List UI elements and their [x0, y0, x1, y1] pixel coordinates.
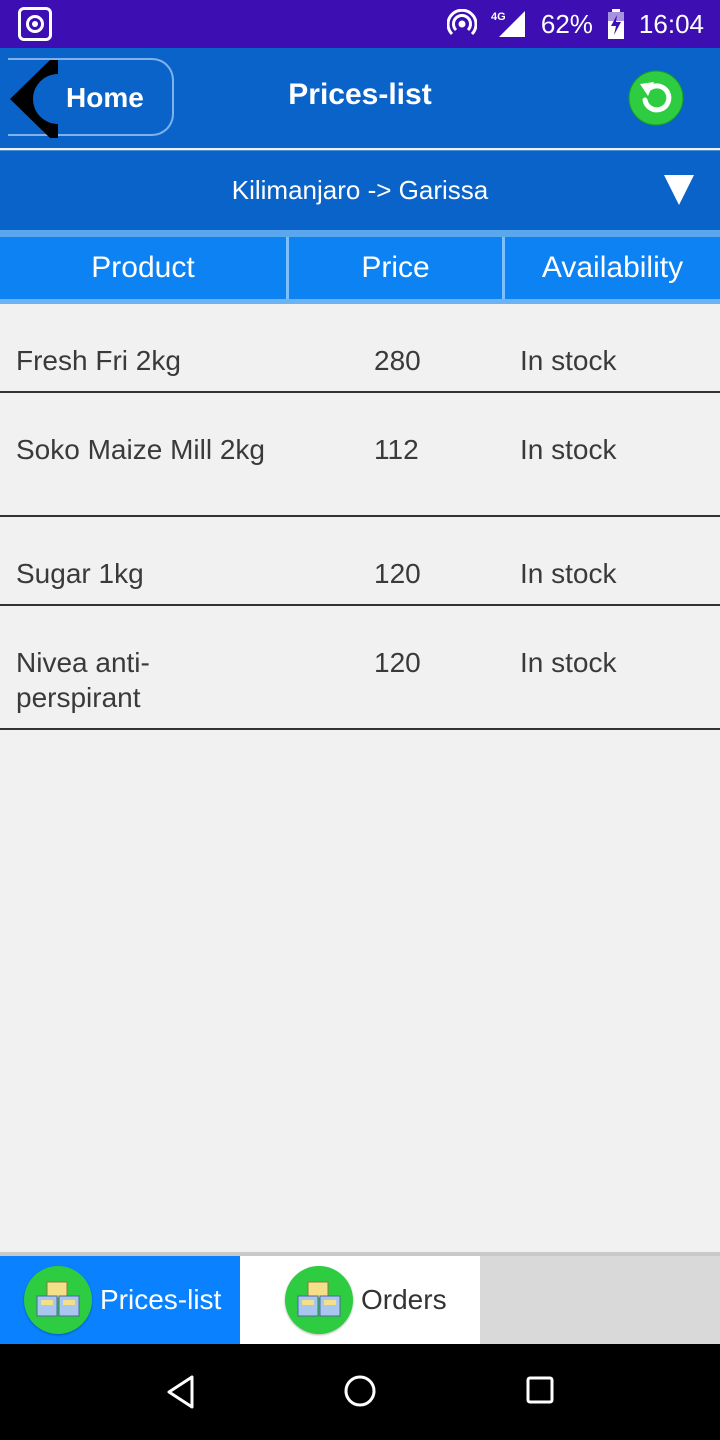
product-availability: In stock [520, 647, 617, 678]
home-back-button[interactable]: Home [8, 58, 174, 138]
route-label: Kilimanjaro -> Garissa [231, 175, 489, 205]
signal-icon: 4G [491, 11, 525, 37]
status-bar: 4G 62% 16:04 [0, 0, 720, 48]
product-price: 120 [374, 647, 421, 678]
product-availability: In stock [520, 558, 617, 589]
column-header-product[interactable]: Product [0, 237, 286, 299]
hotspot-icon [446, 9, 477, 36]
boxes-icon [24, 1266, 92, 1334]
product-price: 120 [374, 558, 421, 589]
table-row[interactable]: Sugar 1kg 120 In stock [0, 517, 720, 606]
product-name: Nivea anti-perspirant [16, 647, 150, 713]
price-table: Fresh Fri 2kg 280 In stock Soko Maize Mi… [0, 304, 720, 730]
battery-charging-icon [607, 9, 624, 39]
battery-percent: 62% [540, 8, 593, 39]
tab-label: Prices-list [100, 1284, 222, 1315]
table-row[interactable]: Fresh Fri 2kg 280 In stock [0, 304, 720, 393]
tab-prices-list[interactable]: Prices-list [0, 1256, 240, 1344]
product-name: Sugar 1kg [16, 558, 144, 589]
nav-back-icon[interactable] [166, 1374, 196, 1410]
table-row[interactable]: Nivea anti-perspirant 120 In stock [0, 606, 720, 730]
bottom-tab-bar: Prices-list Orders [0, 1256, 720, 1344]
boxes-icon [285, 1266, 353, 1334]
tab-orders[interactable]: Orders [240, 1256, 480, 1344]
network-type: 4G [491, 11, 506, 23]
column-header-availability[interactable]: Availability [505, 237, 720, 299]
app-header: Home Prices-list [0, 48, 720, 148]
back-arrow-icon [10, 60, 58, 138]
route-selector[interactable]: Kilimanjaro -> Garissa [0, 150, 720, 230]
dropdown-triangle-icon[interactable] [662, 173, 696, 207]
route-underline [0, 230, 720, 237]
app-notification-icon [18, 7, 52, 41]
clock: 16:04 [638, 8, 704, 39]
home-label: Home [66, 82, 144, 113]
table-row[interactable]: Soko Maize Mill 2kg 112 In stock [0, 393, 720, 517]
refresh-icon[interactable] [628, 70, 684, 126]
tab-label: Orders [361, 1284, 447, 1315]
status-indicators: 4G 62% 16:04 [446, 0, 704, 48]
table-header: Product Price Availability [0, 237, 720, 299]
product-availability: In stock [520, 345, 617, 376]
product-price: 280 [374, 345, 421, 376]
nav-recents-icon[interactable] [525, 1374, 555, 1406]
product-name: Soko Maize Mill 2kg [16, 434, 265, 465]
product-availability: In stock [520, 434, 617, 465]
product-name: Fresh Fri 2kg [16, 345, 181, 376]
column-header-price[interactable]: Price [289, 237, 502, 299]
system-nav-bar [0, 1344, 720, 1440]
nav-home-icon[interactable] [343, 1374, 377, 1408]
product-price: 112 [374, 434, 419, 465]
